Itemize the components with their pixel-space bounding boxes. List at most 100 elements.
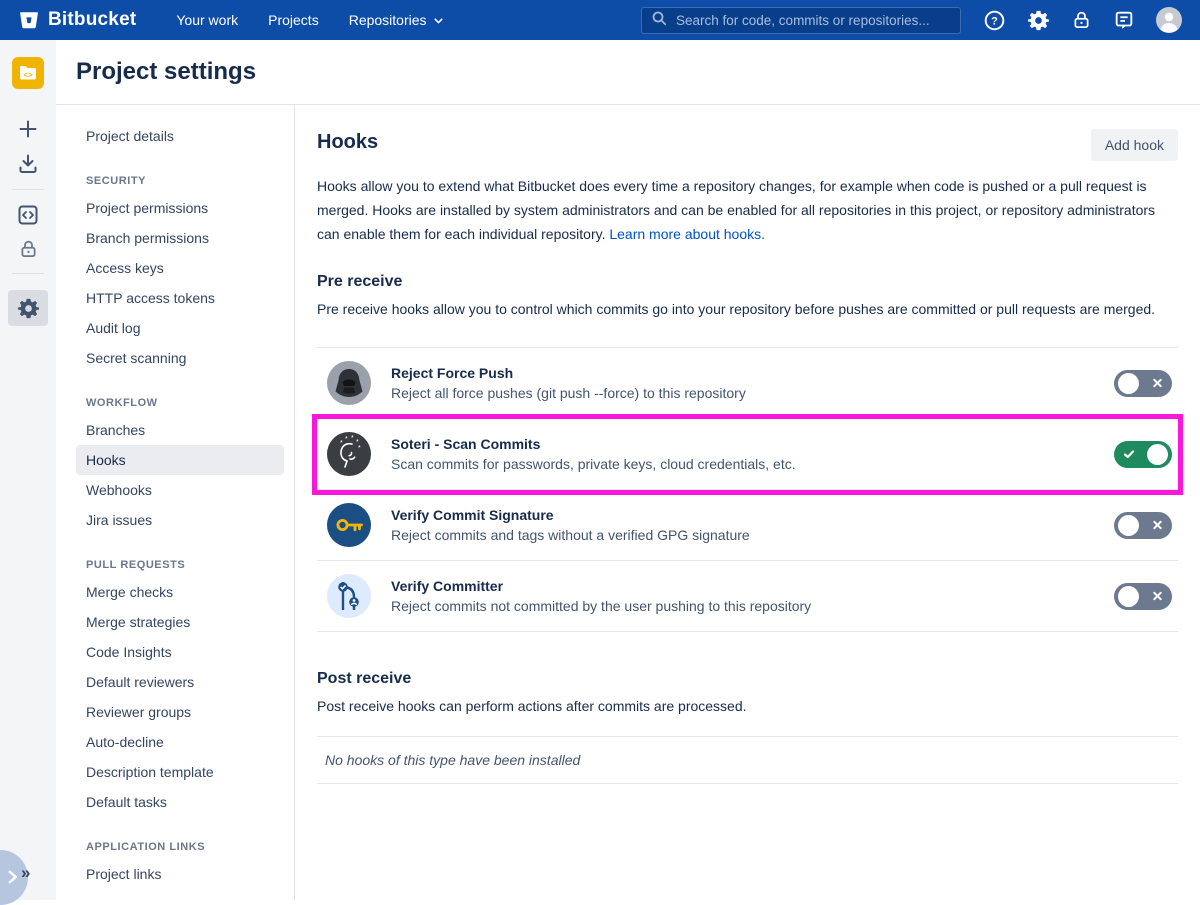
chevron-down-icon: [432, 14, 445, 27]
sidebar-item-secret-scanning[interactable]: Secret scanning: [76, 343, 284, 373]
soteri-avatar: *****: [327, 432, 371, 476]
settings-sidebar: Project details SECURITY Project permissio…: [56, 105, 295, 900]
sidebar-item-description-template[interactable]: Description template: [76, 757, 284, 787]
bitbucket-logo-text: Bitbucket: [48, 9, 136, 31]
sidebar-item-access-keys[interactable]: Access keys: [76, 253, 284, 283]
sidebar-section-workflow: WORKFLOW: [86, 397, 284, 409]
sidebar-item-branch-permissions[interactable]: Branch permissions: [76, 223, 284, 253]
hook-description: Reject all force pushes (git push --forc…: [391, 385, 746, 401]
permissions-lock-icon[interactable]: [18, 239, 39, 260]
hook-name: Verify Commit Signature: [391, 507, 750, 523]
sidebar-item-project-details[interactable]: Project details: [76, 121, 284, 151]
sidebar-item-branches[interactable]: Branches: [76, 415, 284, 445]
hook-row-soteri-scan-commits: *****Soteri - Scan CommitsScan commits f…: [317, 419, 1178, 490]
hook-name: Soteri - Scan Commits: [391, 436, 796, 452]
bitbucket-logo-icon: [18, 9, 40, 31]
x-icon: [1152, 378, 1163, 389]
chevron-right-icon: [3, 868, 21, 886]
toggle-knob: [1118, 515, 1139, 536]
project-avatar[interactable]: <>: [12, 57, 44, 89]
x-icon: [1152, 520, 1163, 531]
nav-your-work[interactable]: Your work: [176, 12, 238, 28]
hook-toggle-verify-commit-signature[interactable]: [1114, 512, 1172, 539]
hook-row-reject-force-push: Reject Force Push Reject all force pushes…: [317, 348, 1178, 419]
sidebar-item-project-links[interactable]: Project links: [76, 859, 284, 889]
sidebar-item-default-reviewers[interactable]: Default reviewers: [76, 667, 284, 697]
settings-gear-selected[interactable]: [8, 290, 48, 326]
search-icon: [651, 10, 667, 31]
sidebar-item-default-tasks[interactable]: Default tasks: [76, 787, 284, 817]
check-icon: [1123, 448, 1135, 460]
sidebar-item-jira-issues[interactable]: Jira issues: [76, 505, 284, 535]
add-hook-button[interactable]: Add hook: [1091, 129, 1178, 161]
sidebar-item-http-access-tokens[interactable]: HTTP access tokens: [76, 283, 284, 313]
sidebar-item-merge-strategies[interactable]: Merge strategies: [76, 607, 284, 637]
toggle-knob: [1118, 373, 1139, 394]
svg-text:<>: <>: [23, 70, 33, 79]
import-download-icon[interactable]: [16, 152, 40, 176]
nav-projects[interactable]: Projects: [268, 12, 319, 28]
app-rail: <> »: [0, 40, 56, 900]
nav-icon-cluster: ?: [983, 7, 1182, 33]
source-code-icon[interactable]: [16, 203, 40, 227]
gear-icon[interactable]: [1027, 9, 1050, 32]
hook-row-verify-commit-signature: Verify Commit Signature Reject commits an…: [317, 490, 1178, 561]
search-input[interactable]: [674, 12, 951, 29]
pre-receive-hooks-list: Reject Force Push Reject all force pushes…: [317, 347, 1178, 632]
toggle-knob: [1118, 586, 1139, 607]
sidebar-item-hooks[interactable]: Hooks: [76, 445, 284, 475]
page-header: Project settings: [56, 40, 1200, 105]
sidebar-item-project-permissions[interactable]: Project permissions: [76, 193, 284, 223]
hook-toggle-reject-force-push[interactable]: [1114, 370, 1172, 397]
double-chevron-icon[interactable]: »: [21, 863, 28, 883]
x-icon: [1152, 591, 1163, 602]
svg-text:*: *: [340, 440, 343, 447]
primary-nav: Your work Projects Repositories: [176, 12, 444, 28]
sidebar-section-application-links: APPLICATION LINKS: [86, 841, 284, 853]
hook-name: Reject Force Push: [391, 365, 746, 381]
hooks-heading: Hooks: [317, 131, 378, 154]
help-icon[interactable]: ?: [983, 9, 1006, 32]
toggle-knob: [1147, 444, 1168, 465]
create-plus-icon[interactable]: [16, 117, 40, 141]
bitbucket-logo[interactable]: Bitbucket: [18, 9, 136, 31]
learn-more-link[interactable]: Learn more about hooks.: [609, 226, 765, 242]
nav-repositories[interactable]: Repositories: [349, 12, 445, 28]
hook-row-verify-committer: Verify Committer Reject commits not commi…: [317, 561, 1178, 632]
hooks-intro: Hooks allow you to extend what Bitbucket…: [317, 174, 1178, 246]
sidebar-item-auto-decline[interactable]: Auto-decline: [76, 727, 284, 757]
sidebar-item-webhooks[interactable]: Webhooks: [76, 475, 284, 505]
svg-text:?: ?: [991, 15, 998, 27]
committer-avatar: [327, 574, 371, 618]
svg-text:*: *: [351, 435, 354, 442]
vader-avatar: [327, 361, 371, 405]
hook-description: Reject commits and tags without a verifi…: [391, 527, 750, 543]
post-receive-empty-message: No hooks of this type have been installe…: [317, 736, 1178, 784]
sidebar-item-merge-checks[interactable]: Merge checks: [76, 577, 284, 607]
key-avatar: [327, 503, 371, 547]
sidebar-item-audit-log[interactable]: Audit log: [76, 313, 284, 343]
sidebar-section-pull-requests: PULL REQUESTS: [86, 559, 284, 571]
sidebar-item-reviewer-groups[interactable]: Reviewer groups: [76, 697, 284, 727]
feedback-icon[interactable]: [1113, 9, 1135, 31]
svg-text:*: *: [358, 445, 361, 452]
hooks-panel: Hooks Add hook Hooks allow you to extend…: [295, 105, 1200, 900]
hook-description: Scan commits for passwords, private keys…: [391, 456, 796, 472]
rail-divider: [12, 273, 44, 274]
search-box[interactable]: [641, 7, 961, 34]
user-avatar[interactable]: [1156, 7, 1182, 33]
lock-icon[interactable]: [1071, 10, 1092, 31]
pre-receive-description: Pre receive hooks allow you to control w…: [317, 298, 1178, 321]
pre-receive-heading: Pre receive: [317, 273, 1178, 291]
sidebar-item-code-insights[interactable]: Code Insights: [76, 637, 284, 667]
sidebar-section-security: SECURITY: [86, 175, 284, 187]
hook-toggle-soteri-scan-commits[interactable]: [1114, 441, 1172, 468]
hook-name: Verify Committer: [391, 578, 811, 594]
hook-description: Reject commits not committed by the user…: [391, 598, 811, 614]
post-receive-heading: Post receive: [317, 670, 1178, 688]
top-navigation-bar: Bitbucket Your workProjectsRepositories …: [0, 0, 1200, 40]
hook-toggle-verify-committer[interactable]: [1114, 583, 1172, 610]
post-receive-description: Post receive hooks can perform actions a…: [317, 695, 1178, 718]
rail-divider: [12, 189, 44, 190]
page-title: Project settings: [76, 58, 256, 86]
